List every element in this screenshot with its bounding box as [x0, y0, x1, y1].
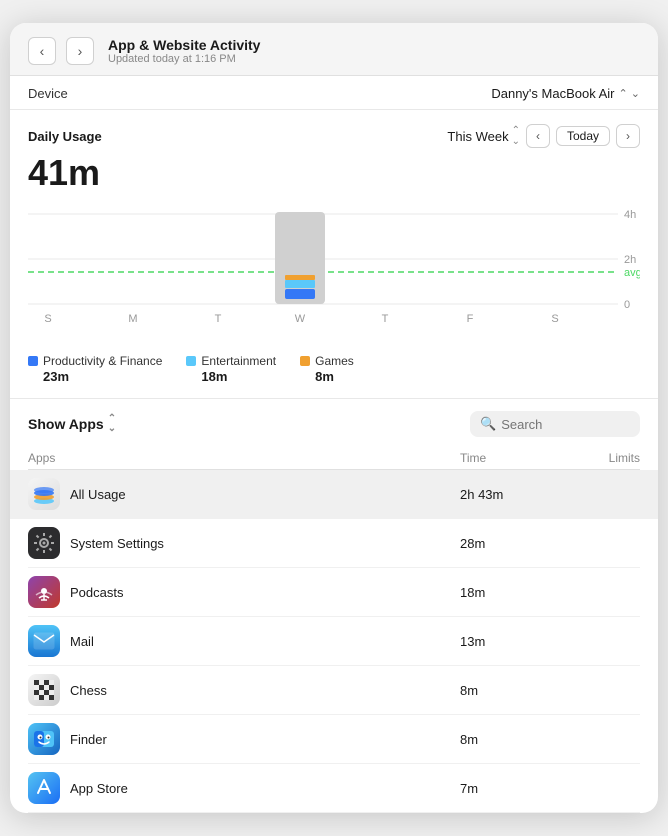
- legend: Productivity & Finance 23m Entertainment…: [28, 354, 640, 384]
- app-time-system-settings: 28m: [460, 536, 560, 551]
- device-row: Device Danny's MacBook Air ⌃ ⌄: [10, 76, 658, 110]
- show-apps-label: Show Apps: [28, 416, 104, 432]
- show-apps-button[interactable]: Show Apps ⌃⌄: [28, 414, 116, 434]
- games-legend-time: 8m: [300, 369, 354, 384]
- chess-icon: [28, 674, 60, 706]
- productivity-legend-time: 23m: [28, 369, 162, 384]
- apps-section: Show Apps ⌃⌄ 🔍 Apps Time Limits: [10, 399, 658, 813]
- svg-text:M: M: [128, 313, 137, 325]
- entertainment-legend-time: 18m: [186, 369, 276, 384]
- svg-text:T: T: [382, 313, 389, 325]
- col-time: Time: [460, 451, 560, 465]
- usage-chart: 4h 2h 0 avg S M T W T: [28, 204, 640, 344]
- app-cell-all-usage: All Usage: [28, 478, 460, 510]
- usage-header: Daily Usage This Week ⌃⌄ ‹ Today ›: [28, 124, 640, 148]
- week-chevron-icon: ⌃⌄: [512, 125, 520, 147]
- svg-text:S: S: [551, 313, 558, 325]
- app-time-all-usage: 2h 43m: [460, 487, 560, 502]
- table-row[interactable]: Chess 8m: [28, 666, 640, 715]
- svg-text:4h: 4h: [624, 209, 636, 221]
- forward-button[interactable]: ›: [66, 37, 94, 65]
- search-icon: 🔍: [480, 416, 496, 432]
- svg-text:avg: avg: [624, 267, 640, 279]
- mail-icon: [28, 625, 60, 657]
- app-cell-mail: Mail: [28, 625, 460, 657]
- system-settings-icon: [28, 527, 60, 559]
- app-name-finder: Finder: [70, 732, 107, 747]
- apps-header: Show Apps ⌃⌄ 🔍: [28, 411, 640, 437]
- entertainment-legend-dot: [186, 356, 196, 366]
- table-row[interactable]: Mail 13m: [28, 617, 640, 666]
- app-name-podcasts: Podcasts: [70, 585, 123, 600]
- prev-week-button[interactable]: ‹: [526, 124, 550, 148]
- app-cell-system-settings: System Settings: [28, 527, 460, 559]
- app-time-app-store: 7m: [460, 781, 560, 796]
- table-row[interactable]: System Settings 28m: [28, 519, 640, 568]
- table-row[interactable]: Podcasts 18m: [28, 568, 640, 617]
- table-row[interactable]: Finder 8m: [28, 715, 640, 764]
- app-time-mail: 13m: [460, 634, 560, 649]
- svg-text:S: S: [44, 313, 51, 325]
- svg-text:2h: 2h: [624, 254, 636, 266]
- week-nav: This Week ⌃⌄ ‹ Today ›: [447, 124, 640, 148]
- table-row[interactable]: App Store 7m: [28, 764, 640, 813]
- search-input[interactable]: [501, 417, 630, 432]
- show-apps-chevron-icon: ⌃⌄: [108, 414, 116, 434]
- games-legend-name: Games: [315, 354, 354, 368]
- app-cell-finder: Finder: [28, 723, 460, 755]
- all-usage-icon: [28, 478, 60, 510]
- main-window: ‹ › App & Website Activity Updated today…: [10, 23, 658, 813]
- week-label: This Week: [447, 129, 508, 144]
- app-cell-podcasts: Podcasts: [28, 576, 460, 608]
- svg-text:0: 0: [624, 299, 630, 311]
- today-button[interactable]: Today: [556, 126, 610, 146]
- legend-item-entertainment: Entertainment 18m: [186, 354, 276, 384]
- title-block: App & Website Activity Updated today at …: [108, 37, 260, 65]
- app-name-system-settings: System Settings: [70, 536, 164, 551]
- chart-container: 4h 2h 0 avg S M T W T: [28, 204, 640, 344]
- window-subtitle: Updated today at 1:16 PM: [108, 53, 260, 65]
- app-store-icon: [28, 772, 60, 804]
- finder-icon: [28, 723, 60, 755]
- app-name-mail: Mail: [70, 634, 94, 649]
- usage-title: Daily Usage: [28, 129, 102, 144]
- table-header: Apps Time Limits: [28, 447, 640, 470]
- usage-section: Daily Usage This Week ⌃⌄ ‹ Today › 41m 4…: [10, 110, 658, 399]
- app-cell-chess: Chess: [28, 674, 460, 706]
- legend-item-games: Games 8m: [300, 354, 354, 384]
- table-row[interactable]: All Usage 2h 43m: [10, 470, 658, 519]
- productivity-legend-name: Productivity & Finance: [43, 354, 162, 368]
- search-box[interactable]: 🔍: [470, 411, 640, 437]
- entertainment-legend-name: Entertainment: [201, 354, 276, 368]
- app-time-podcasts: 18m: [460, 585, 560, 600]
- week-selector[interactable]: This Week ⌃⌄: [447, 125, 520, 147]
- device-label: Device: [28, 86, 68, 101]
- title-bar: ‹ › App & Website Activity Updated today…: [10, 23, 658, 76]
- app-name-chess: Chess: [70, 683, 107, 698]
- device-name: Danny's MacBook Air: [491, 86, 614, 101]
- legend-item-productivity: Productivity & Finance 23m: [28, 354, 162, 384]
- app-cell-app-store: App Store: [28, 772, 460, 804]
- device-selector[interactable]: Danny's MacBook Air ⌃ ⌄: [491, 86, 640, 101]
- productivity-legend-dot: [28, 356, 38, 366]
- svg-text:T: T: [215, 313, 222, 325]
- next-week-button[interactable]: ›: [616, 124, 640, 148]
- app-name-all-usage: All Usage: [70, 487, 126, 502]
- window-title: App & Website Activity: [108, 37, 260, 53]
- podcasts-icon: [28, 576, 60, 608]
- app-time-finder: 8m: [460, 732, 560, 747]
- back-button[interactable]: ‹: [28, 37, 56, 65]
- device-chevron-icon: ⌃ ⌄: [619, 87, 641, 100]
- app-time-chess: 8m: [460, 683, 560, 698]
- app-name-app-store: App Store: [70, 781, 128, 796]
- col-apps: Apps: [28, 451, 460, 465]
- usage-value: 41m: [28, 152, 640, 194]
- col-limits: Limits: [560, 451, 640, 465]
- games-legend-dot: [300, 356, 310, 366]
- svg-text:F: F: [467, 313, 474, 325]
- svg-text:W: W: [295, 313, 306, 325]
